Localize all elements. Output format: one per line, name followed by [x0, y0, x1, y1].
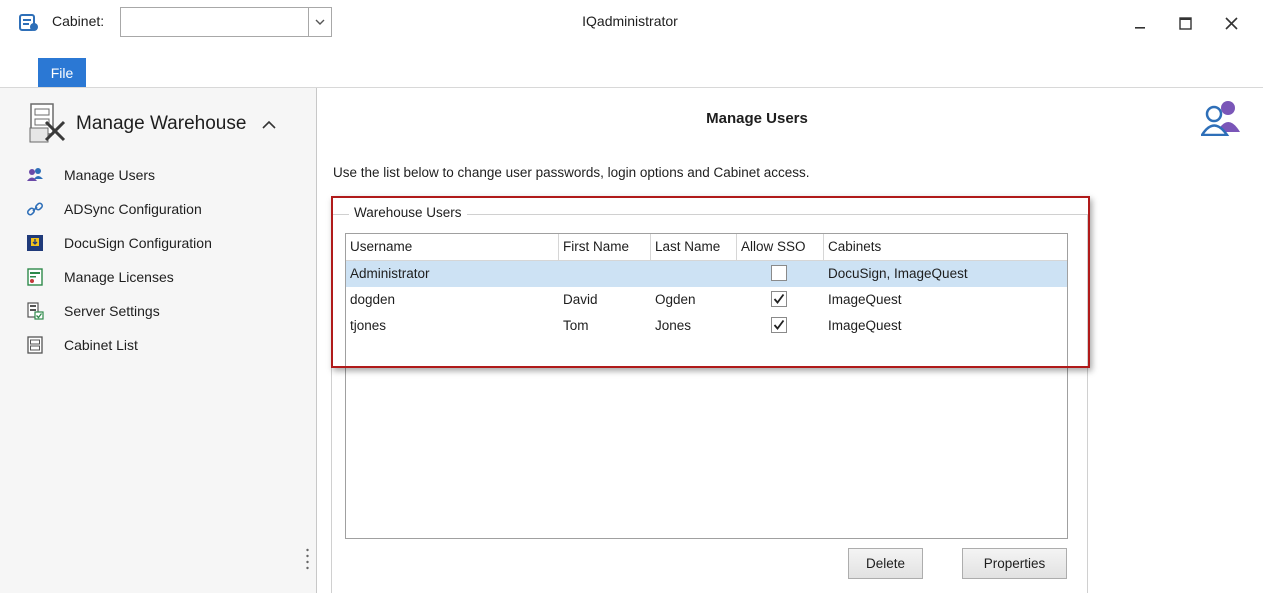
cell-cabinets: ImageQuest [828, 318, 902, 333]
delete-button[interactable]: Delete [848, 548, 923, 579]
properties-button[interactable]: Properties [962, 548, 1067, 579]
sidebar-item-manage-licenses[interactable]: Manage Licenses [26, 264, 174, 290]
sidebar-item-manage-users[interactable]: Manage Users [26, 162, 155, 188]
sidebar-item-label: Cabinet List [64, 337, 138, 353]
cabinet-label: Cabinet: [52, 13, 105, 29]
table-row[interactable]: tjones Tom Jones ImageQuest [346, 313, 1067, 339]
manage-warehouse-icon [29, 103, 66, 143]
app-icon [19, 14, 38, 31]
page-title: Manage Users [706, 110, 808, 127]
sidebar-item-label: DocuSign Configuration [64, 235, 212, 251]
sidebar: Manage Warehouse Manage Users ADSync Con… [0, 88, 316, 593]
title-bar: Cabinet: IQadministrator [0, 0, 1263, 58]
sidebar-item-adsync-configuration[interactable]: ADSync Configuration [26, 196, 202, 222]
server-settings-icon [26, 302, 44, 320]
cabinet-dropdown[interactable] [120, 7, 332, 37]
license-icon [26, 268, 44, 286]
sidebar-item-server-settings[interactable]: Server Settings [26, 298, 160, 324]
cell-cabinets: DocuSign, ImageQuest [828, 266, 968, 281]
cell-username: tjones [350, 318, 387, 333]
users-icon [1201, 101, 1240, 136]
grid-header: Username First Name Last Name Allow SSO … [346, 234, 1067, 261]
main-panel: Manage Users Use the list below to chang… [317, 88, 1263, 593]
cell-username: dogden [350, 292, 396, 307]
page-description: Use the list below to change user passwo… [333, 165, 810, 180]
file-tab[interactable]: File [38, 58, 86, 88]
checkmark-icon [773, 319, 785, 330]
column-header-cabinets[interactable]: Cabinets [824, 234, 1067, 260]
sidebar-item-docusign-configuration[interactable]: DocuSign Configuration [26, 230, 212, 256]
group-label: Warehouse Users [349, 205, 467, 220]
column-header-last-name[interactable]: Last Name [651, 234, 737, 260]
allow-sso-checkbox[interactable] [771, 317, 787, 333]
allow-sso-checkbox[interactable] [771, 265, 787, 281]
sidebar-header-manage-warehouse[interactable]: Manage Warehouse [28, 102, 276, 146]
table-row[interactable]: dogden David Ogden ImageQuest [346, 287, 1067, 313]
cabinet-list-icon [26, 336, 44, 354]
cell-first-name [559, 261, 563, 287]
sidebar-header-label: Manage Warehouse [76, 113, 247, 134]
allow-sso-checkbox[interactable] [771, 291, 787, 307]
close-button[interactable] [1214, 9, 1248, 37]
cell-last-name: Ogden [655, 292, 696, 307]
sidebar-item-cabinet-list[interactable]: Cabinet List [26, 332, 138, 358]
column-header-username[interactable]: Username [346, 234, 559, 260]
users-grid[interactable]: Username First Name Last Name Allow SSO … [345, 233, 1068, 539]
docusign-icon [26, 234, 44, 252]
chevron-up-icon[interactable] [262, 120, 276, 129]
sidebar-item-label: Server Settings [64, 303, 160, 319]
checkmark-icon [773, 293, 785, 304]
splitter-grip-icon[interactable] [306, 548, 309, 570]
close-icon [1224, 16, 1238, 30]
maximize-icon [1178, 16, 1192, 30]
link-icon [26, 200, 44, 218]
cell-last-name: Jones [655, 318, 692, 333]
column-header-first-name[interactable]: First Name [559, 234, 651, 260]
chevron-down-icon[interactable] [308, 8, 331, 36]
cell-cabinets: ImageQuest [828, 292, 902, 307]
minimize-icon [1135, 27, 1145, 29]
table-row[interactable]: Administrator DocuSign, ImageQuest [346, 261, 1067, 287]
sidebar-item-label: ADSync Configuration [64, 201, 202, 217]
cell-username: Administrator [350, 266, 430, 281]
cell-last-name [651, 261, 655, 287]
sidebar-item-label: Manage Licenses [64, 269, 174, 285]
users-icon [26, 166, 44, 184]
minimize-button[interactable] [1123, 9, 1157, 37]
cell-first-name: David [563, 292, 598, 307]
maximize-button[interactable] [1168, 9, 1202, 37]
sidebar-item-label: Manage Users [64, 167, 156, 183]
cell-first-name: Tom [563, 318, 589, 333]
window-title: IQadministrator [582, 13, 678, 29]
column-header-allow-sso[interactable]: Allow SSO [737, 234, 824, 260]
